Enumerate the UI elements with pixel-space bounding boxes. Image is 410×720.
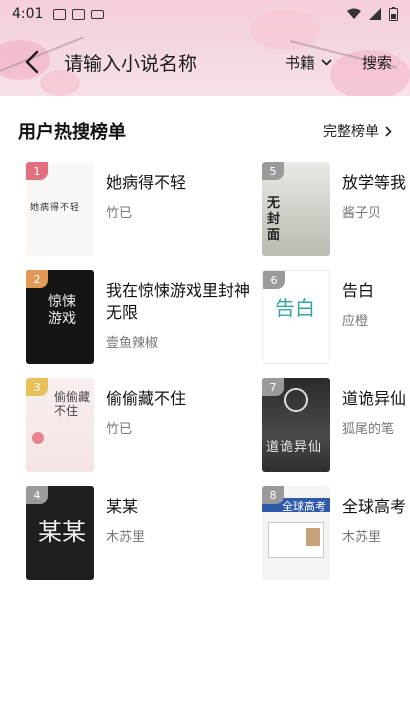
book-title: 我在惊悚游戏里封神无限 <box>106 281 251 322</box>
rank-badge: 8 <box>262 486 284 504</box>
book-cover: 2 惊悚游戏 <box>26 270 94 364</box>
cover-title: 某某 <box>38 518 86 546</box>
book-cover: 6 告白 <box>262 270 330 364</box>
chevron-right-icon <box>385 125 392 137</box>
cover-title: 她病得不轻 <box>30 203 81 213</box>
book-item[interactable]: 8 全球高考 全球高考 木苏里 <box>262 486 410 582</box>
cover-title: 告白 <box>275 296 315 320</box>
book-author: 酱子贝 <box>342 206 382 221</box>
book-author: 木苏里 <box>342 530 382 545</box>
back-button[interactable] <box>10 40 54 84</box>
flower-decoration <box>32 432 44 444</box>
emblem-decoration <box>284 388 308 412</box>
status-time: 4:01 <box>12 6 44 22</box>
battery-icon <box>389 7 398 21</box>
book-author: 壹鱼辣椒 <box>106 336 159 351</box>
book-author: 竹已 <box>106 422 133 437</box>
mail-icon <box>91 9 105 19</box>
book-title: 放学等我 <box>342 173 407 192</box>
cover-title: 偷偷藏不住 <box>54 390 91 418</box>
book-author: 狐尾的笔 <box>342 422 395 437</box>
book-author: 竹已 <box>106 206 133 221</box>
book-cover: 3 偷偷藏不住 <box>26 378 94 472</box>
search-button[interactable]: 搜索 <box>362 52 392 73</box>
full-list-label: 完整榜单 <box>323 124 379 140</box>
wifi-icon <box>347 8 361 19</box>
book-item[interactable]: 7 道诡异仙 道诡异仙 狐尾的笔 <box>262 378 410 474</box>
rank-badge: 1 <box>26 162 48 180</box>
book-title: 告白 <box>342 281 375 300</box>
cover-title: 全球高考 <box>282 500 326 513</box>
book-cover: 1 她病得不轻 <box>26 162 94 256</box>
chevron-left-icon <box>25 50 39 74</box>
book-item[interactable]: 3 偷偷藏不住 偷偷藏不住 竹已 <box>26 378 216 474</box>
cover-title: 无封面 <box>267 196 281 243</box>
book-item[interactable]: 2 惊悚游戏 我在惊悚游戏里封神无限 壹鱼辣椒 <box>26 270 250 366</box>
book-title: 某某 <box>106 497 139 516</box>
rank-badge: 3 <box>26 378 48 396</box>
signal-icon <box>369 8 381 20</box>
category-dropdown[interactable]: 书籍 <box>285 52 332 73</box>
book-item[interactable]: 1 她病得不轻 她病得不轻 竹已 <box>26 162 216 258</box>
book-cover: 5 无封面 <box>262 162 330 256</box>
book-cover: 8 全球高考 <box>262 486 330 580</box>
full-list-link[interactable]: 完整榜单 <box>323 121 392 141</box>
rank-badge: 2 <box>26 270 48 288</box>
book-cover: 7 道诡异仙 <box>262 378 330 472</box>
section-title: 用户热搜榜单 <box>18 122 126 143</box>
book-item[interactable]: 5 无封面 放学等我 酱子贝 <box>262 162 410 258</box>
gallery-icon <box>53 8 67 20</box>
book-author: 木苏里 <box>106 530 146 545</box>
rank-badge: 7 <box>262 378 284 396</box>
status-bar: 4:01 <box>0 0 410 28</box>
toolbar: 请输入小说名称 书籍 搜索 <box>0 40 410 84</box>
book-author: 应橙 <box>342 314 369 329</box>
book-title: 偷偷藏不住 <box>106 389 187 408</box>
book-title: 道诡异仙 <box>342 389 407 408</box>
book-title: 她病得不轻 <box>106 173 187 192</box>
rank-badge: 6 <box>263 271 285 289</box>
book-item[interactable]: 6 告白 告白 应橙 <box>262 270 410 366</box>
category-label: 书籍 <box>284 53 315 72</box>
rank-badge: 5 <box>262 162 284 180</box>
rank-badge: 4 <box>26 486 48 504</box>
section-header: 用户热搜榜单 完整榜单 <box>0 116 410 146</box>
chevron-down-icon <box>321 58 332 66</box>
book-title: 全球高考 <box>342 497 407 516</box>
book-cover: 4 某某 <box>26 486 94 580</box>
search-input[interactable]: 请输入小说名称 <box>64 49 285 76</box>
a-icon <box>72 8 86 20</box>
cover-title: 道诡异仙 <box>266 440 323 455</box>
cover-title: 惊悚游戏 <box>48 294 76 327</box>
book-item[interactable]: 4 某某 某某 木苏里 <box>26 486 216 582</box>
photo-decoration <box>306 528 320 546</box>
